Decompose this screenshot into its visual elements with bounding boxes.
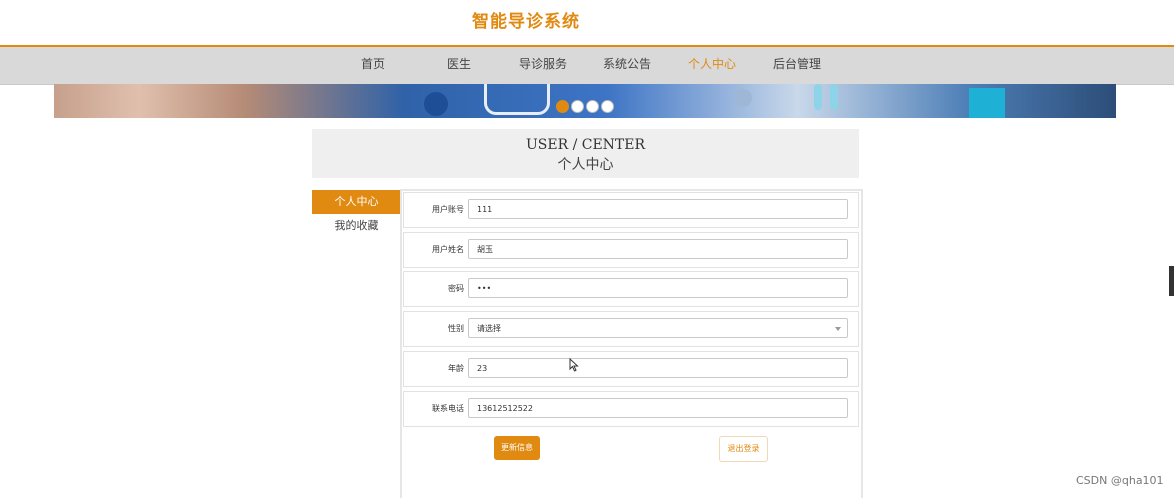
scrollbar-handle[interactable] [1169,266,1174,296]
field-label: 年龄 [448,364,464,373]
nav-user-center[interactable]: 个人中心 [683,47,741,84]
sidebar-item-user-center[interactable]: 个人中心 [312,190,401,214]
form-row-account: 用户账号 111 [403,192,859,228]
page-title-cn: 个人中心 [557,157,614,173]
nav-home[interactable]: 首页 [350,47,396,84]
watermark: CSDN @qha101 [1076,474,1164,487]
form-row-password: 密码 ••• [403,271,859,307]
banner-graphic [969,88,1005,118]
mouse-cursor-icon [569,358,579,372]
chevron-down-icon [835,327,841,331]
sidebar-item-favorites[interactable]: 我的收藏 [312,214,401,238]
carousel-dot-3[interactable] [586,100,599,113]
account-input[interactable]: 111 [468,199,848,219]
name-input[interactable]: 胡玉 [468,239,848,259]
banner-graphic [830,84,838,110]
form-row-name: 用户姓名 胡玉 [403,232,859,268]
field-label: 性别 [448,324,464,333]
gender-select[interactable]: 请选择 [468,318,848,338]
logout-button[interactable]: 退出登录 [719,436,768,462]
banner-graphic [734,89,752,107]
nav-admin[interactable]: 后台管理 [768,47,826,84]
main-nav: 首页 医生 导诊服务 系统公告 个人中心 后台管理 [0,47,1174,85]
field-label: 密码 [448,284,464,293]
field-label: 联系电话 [432,404,464,413]
field-label: 用户姓名 [432,245,464,254]
banner-graphic [424,92,448,116]
banner-carousel [54,84,1116,118]
nav-guide-service[interactable]: 导诊服务 [514,47,572,84]
age-input[interactable]: 23 [468,358,848,378]
gender-select-value: 请选择 [477,324,501,333]
phone-input[interactable]: 13612512522 [468,398,848,418]
form-row-age: 年龄 23 [403,351,859,387]
nav-doctors[interactable]: 医生 [436,47,482,84]
field-label: 用户账号 [432,205,464,214]
page-title-en: USER / CENTER [525,137,646,153]
update-info-button[interactable]: 更新信息 [494,436,540,460]
form-row-gender: 性别 请选择 [403,311,859,347]
banner-graphic [814,84,822,110]
password-input[interactable]: ••• [468,278,848,298]
site-title: 智能导诊系统 [472,12,580,32]
banner-graphic [484,84,550,115]
carousel-dot-1[interactable] [556,100,569,113]
page-header: USER / CENTER 个人中心 [312,129,859,178]
form-row-phone: 联系电话 13612512522 [403,391,859,427]
carousel-dot-4[interactable] [601,100,614,113]
carousel-dot-2[interactable] [571,100,584,113]
nav-announcements[interactable]: 系统公告 [598,47,656,84]
